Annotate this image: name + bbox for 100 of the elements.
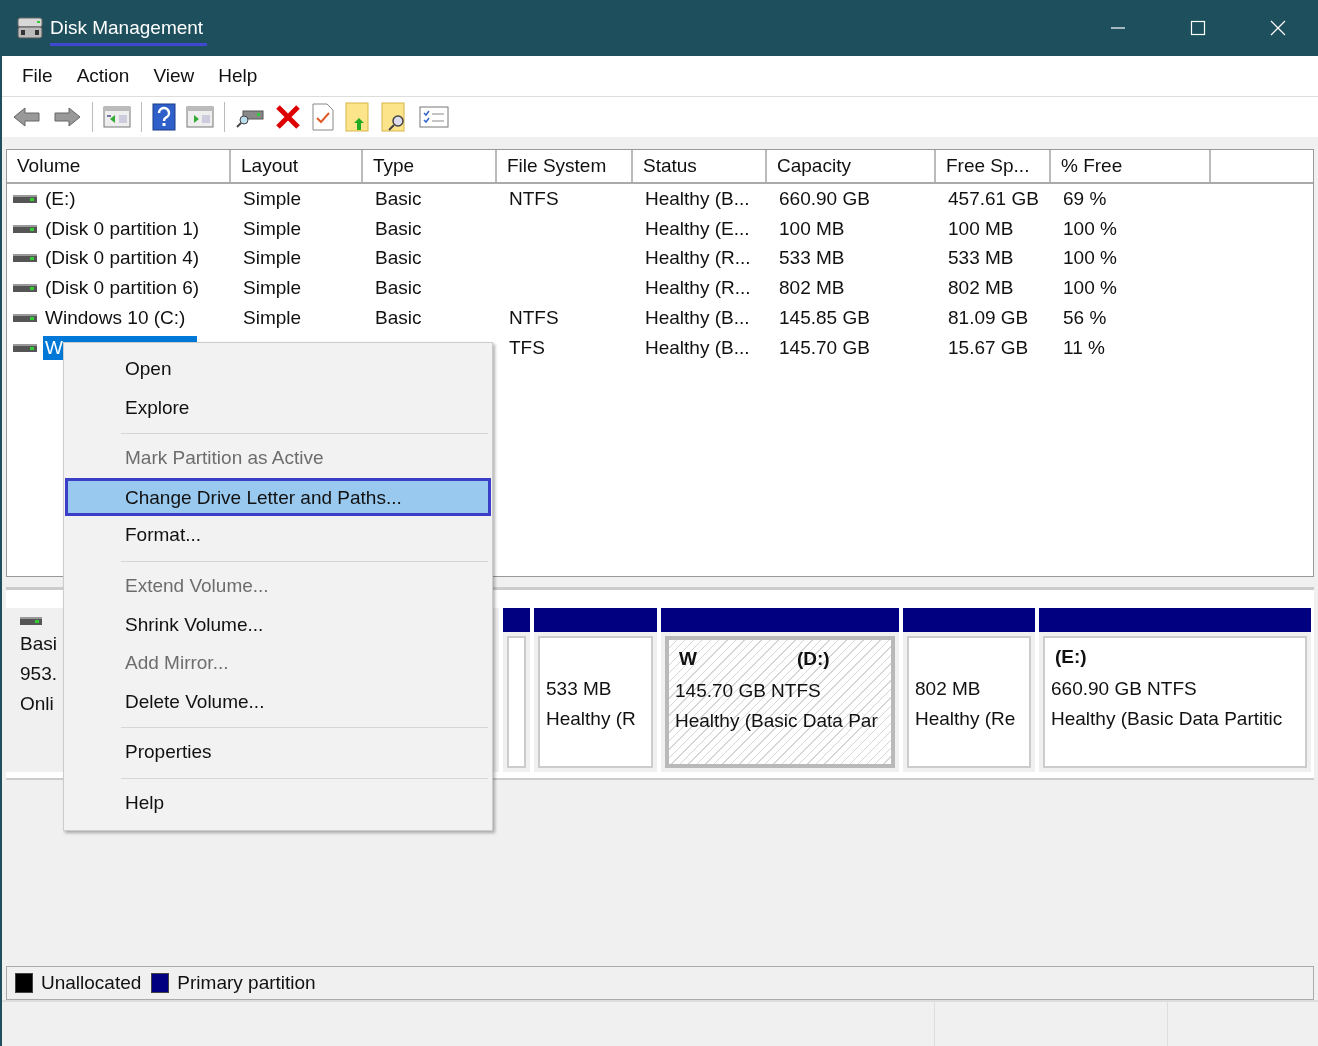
- table-cell-text: 145.85 GB: [778, 306, 871, 331]
- partition-status: Healthy (Basic Data Partitic: [1051, 707, 1283, 731]
- disk-drive-icon: [16, 16, 44, 40]
- partition-status: Healthy (R: [546, 707, 636, 731]
- menu-item[interactable]: Format...: [65, 516, 491, 555]
- disk-info-text: Onli: [20, 692, 54, 716]
- pane-icon[interactable]: [186, 105, 214, 129]
- menu-item[interactable]: Open: [65, 350, 491, 389]
- maximize-icon[interactable]: [1190, 20, 1206, 36]
- drive-icon: [13, 193, 37, 204]
- volume-name[interactable]: (Disk 0 partition 6): [43, 276, 202, 301]
- partition-status: Healthy (Re: [915, 707, 1016, 731]
- pane-icon[interactable]: [103, 105, 131, 129]
- drive-icon: [13, 342, 37, 353]
- drive-icon: [13, 253, 37, 264]
- table-cell-text: Basic: [374, 276, 423, 301]
- table-cell-text: Healthy (R...: [644, 276, 752, 301]
- table-cell-text: Simple: [242, 276, 303, 301]
- table-cell-text: 100 %: [1062, 276, 1118, 301]
- menu-item[interactable]: Help: [65, 783, 491, 823]
- table-cell-text: NTFS: [508, 186, 560, 211]
- column-header[interactable]: Layout: [231, 150, 363, 182]
- menu-item[interactable]: Explore: [65, 388, 491, 428]
- forward-arrow-icon[interactable]: [52, 105, 82, 129]
- partition-status: Healthy (Basic Data Par: [675, 709, 878, 733]
- partition-size: 533 MB: [546, 677, 612, 701]
- partition-block[interactable]: W (D:) 145.70 GB NTFS Healthy (Basic Data Par: [665, 636, 895, 768]
- partition-name: W: [679, 648, 697, 671]
- help-icon[interactable]: [152, 103, 176, 131]
- table-cell-text: 100 %: [1062, 246, 1118, 271]
- partition-header: [503, 608, 530, 632]
- drive-icon: [13, 223, 37, 234]
- column-header[interactable]: Capacity: [767, 150, 936, 182]
- table-cell-text: Healthy (B...: [644, 335, 751, 360]
- menu-item[interactable]: Properties: [65, 733, 491, 772]
- column-header[interactable]: Type: [363, 150, 497, 182]
- table-cell-text: Basic: [374, 246, 423, 271]
- back-arrow-icon[interactable]: [12, 105, 42, 129]
- table-cell-text: 11 %: [1062, 335, 1106, 360]
- table-cell-text: 56 %: [1062, 306, 1108, 331]
- table-cell-text: 100 %: [1062, 216, 1118, 241]
- close-icon[interactable]: [1270, 20, 1286, 36]
- volume-name[interactable]: (Disk 0 partition 4): [43, 246, 202, 271]
- partition-block[interactable]: 802 MB Healthy (Re: [907, 636, 1031, 768]
- column-header[interactable]: % Free: [1051, 150, 1211, 182]
- table-cell-text: Basic: [374, 186, 423, 211]
- menu-item[interactable]: Shrink Volume...: [65, 605, 491, 645]
- table-cell-text: NTFS: [508, 306, 560, 331]
- table-cell-text: 69 %: [1062, 186, 1108, 211]
- table-cell-text: TFS: [508, 335, 546, 360]
- table-cell-text: Simple: [242, 216, 303, 241]
- disk-drive-icon: [20, 616, 42, 626]
- partition-block[interactable]: (E:) 660.90 GB NTFS Healthy (Basic Data Partitic: [1043, 636, 1307, 768]
- table-cell-text: Healthy (B...: [644, 306, 751, 331]
- menu-item[interactable]: Action: [64, 63, 142, 89]
- menu-item[interactable]: View: [141, 63, 207, 89]
- column-header[interactable]: Volume: [7, 150, 231, 182]
- table-cell-text: 660.90 GB: [778, 186, 871, 211]
- menu-item[interactable]: Delete Volume...: [65, 682, 491, 722]
- partition-size: 145.70 GB NTFS: [675, 679, 821, 703]
- drive-letter: (D:): [796, 648, 830, 671]
- partition-size: 802 MB: [915, 677, 981, 701]
- menu-item[interactable]: Change Drive Letter and Paths...: [65, 477, 491, 517]
- table-cell-text: Basic: [374, 306, 423, 331]
- table-cell-text: Simple: [242, 306, 303, 331]
- table-cell-text: 533 MB: [778, 246, 846, 271]
- table-cell-text: 533 MB: [947, 246, 1015, 271]
- volume-name[interactable]: Windows 10 (C:): [43, 306, 188, 331]
- table-cell-text: Simple: [242, 186, 303, 211]
- column-header[interactable]: Free Sp...: [936, 150, 1051, 182]
- legend-label: Primary partition: [177, 972, 316, 994]
- checklist-icon[interactable]: [419, 105, 449, 129]
- table-cell-text: 145.70 GB: [778, 335, 871, 360]
- partition-size: 660.90 GB NTFS: [1051, 677, 1197, 701]
- table-cell-text: 100 MB: [778, 216, 846, 241]
- column-header[interactable]: Status: [633, 150, 767, 182]
- drive-icon: [13, 313, 37, 324]
- table-cell-text: Healthy (B...: [644, 186, 751, 211]
- table-cell-text: 100 MB: [947, 216, 1015, 241]
- delete-icon[interactable]: [275, 104, 301, 130]
- table-cell-text: Healthy (E...: [644, 216, 751, 241]
- drive-letter: (E:): [1055, 646, 1087, 669]
- table-cell-text: 15.67 GB: [947, 335, 1030, 360]
- table-cell-text: Healthy (R...: [644, 246, 752, 271]
- column-header[interactable]: File System: [497, 150, 633, 182]
- checked-document-icon[interactable]: [311, 103, 335, 131]
- table-cell-text: Basic: [374, 216, 423, 241]
- partition-block[interactable]: 533 MB Healthy (R: [538, 636, 653, 768]
- disk-info-text: 953.: [20, 662, 57, 686]
- volume-name[interactable]: (Disk 0 partition 1): [43, 216, 202, 241]
- volume-name[interactable]: (E:): [43, 186, 78, 211]
- table-cell-text: 802 MB: [947, 276, 1015, 301]
- table-cell-text: Simple: [242, 246, 303, 271]
- drive-icon: [13, 283, 37, 294]
- table-cell-text: 457.61 GB: [947, 186, 1040, 211]
- menu-item[interactable]: Help: [206, 63, 270, 89]
- table-cell-text: 81.09 GB: [947, 306, 1030, 331]
- table-cell-text: 802 MB: [778, 276, 846, 301]
- legend-label: Unallocated: [41, 972, 142, 994]
- menu-item[interactable]: File: [10, 63, 65, 89]
